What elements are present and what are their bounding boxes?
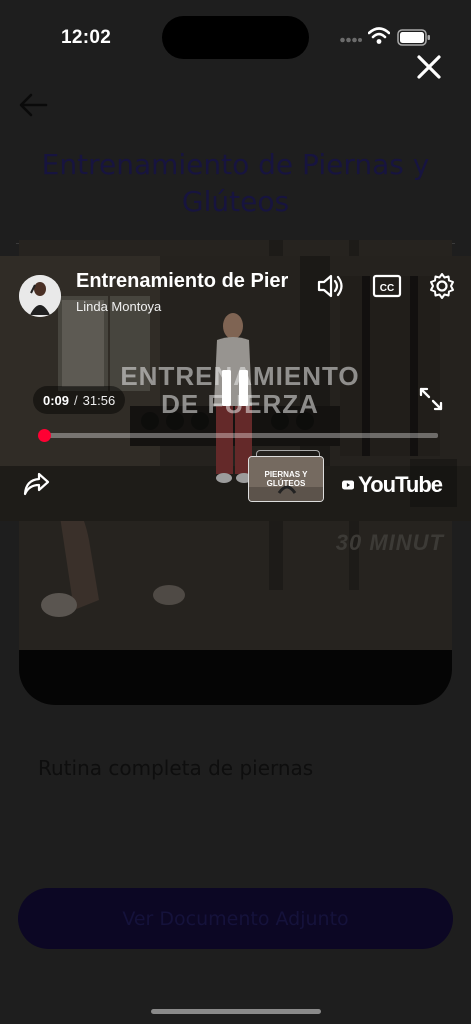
battery-icon [397, 29, 430, 46]
page-title: Entrenamiento de Piernas y Glúteos [41, 148, 430, 218]
wifi-icon [368, 27, 390, 44]
time-display: 0:09 / 31:56 [33, 386, 126, 414]
youtube-play-icon [342, 480, 355, 490]
back-arrow-icon[interactable] [18, 92, 48, 118]
svg-text:CC: CC [380, 283, 394, 294]
video-title[interactable]: Entrenamiento de Piernas y Glúteos [76, 270, 288, 293]
video-card-watermark: 30 MINUT [335, 530, 444, 555]
channel-avatar[interactable] [19, 275, 61, 317]
related-video-thumbnail[interactable]: PIERNAS Y GLÚTEOS [248, 456, 324, 502]
progress-bar[interactable] [37, 429, 438, 442]
cellular-signal-icon [340, 37, 362, 43]
status-bar: 12:02 [0, 0, 471, 70]
avatar-image [19, 275, 61, 317]
share-icon[interactable] [22, 471, 50, 497]
view-attachment-button[interactable]: Ver Documento Adjunto [18, 888, 453, 949]
dynamic-island [162, 16, 309, 59]
home-indicator[interactable] [151, 1009, 321, 1014]
video-duration: 31:56 [82, 392, 116, 408]
youtube-logo[interactable]: YouTube [342, 471, 443, 499]
status-time: 12:02 [61, 27, 112, 48]
volume-icon[interactable] [316, 272, 346, 300]
fullscreen-icon[interactable] [418, 386, 444, 412]
gear-icon[interactable] [428, 272, 456, 300]
youtube-wordmark: YouTube [358, 472, 443, 497]
time-separator: / [74, 392, 78, 408]
close-icon[interactable] [414, 52, 444, 82]
screen: Entrenamiento de Piernas y Glúteos 30 MI… [0, 0, 471, 1024]
closed-captions-icon[interactable]: CC [372, 272, 402, 300]
channel-name[interactable]: Linda Montoya [76, 299, 161, 314]
related-video-title: PIERNAS Y GLÚTEOS [264, 470, 308, 488]
current-time: 0:09 [43, 392, 70, 408]
routine-description: Rutina completa de piernas [38, 756, 314, 780]
video-player[interactable]: ENTRENAMIENTO DE FUERZA Entrenamiento de… [0, 256, 471, 521]
pause-icon[interactable] [216, 366, 254, 410]
progress-scrubber[interactable] [37, 429, 51, 442]
